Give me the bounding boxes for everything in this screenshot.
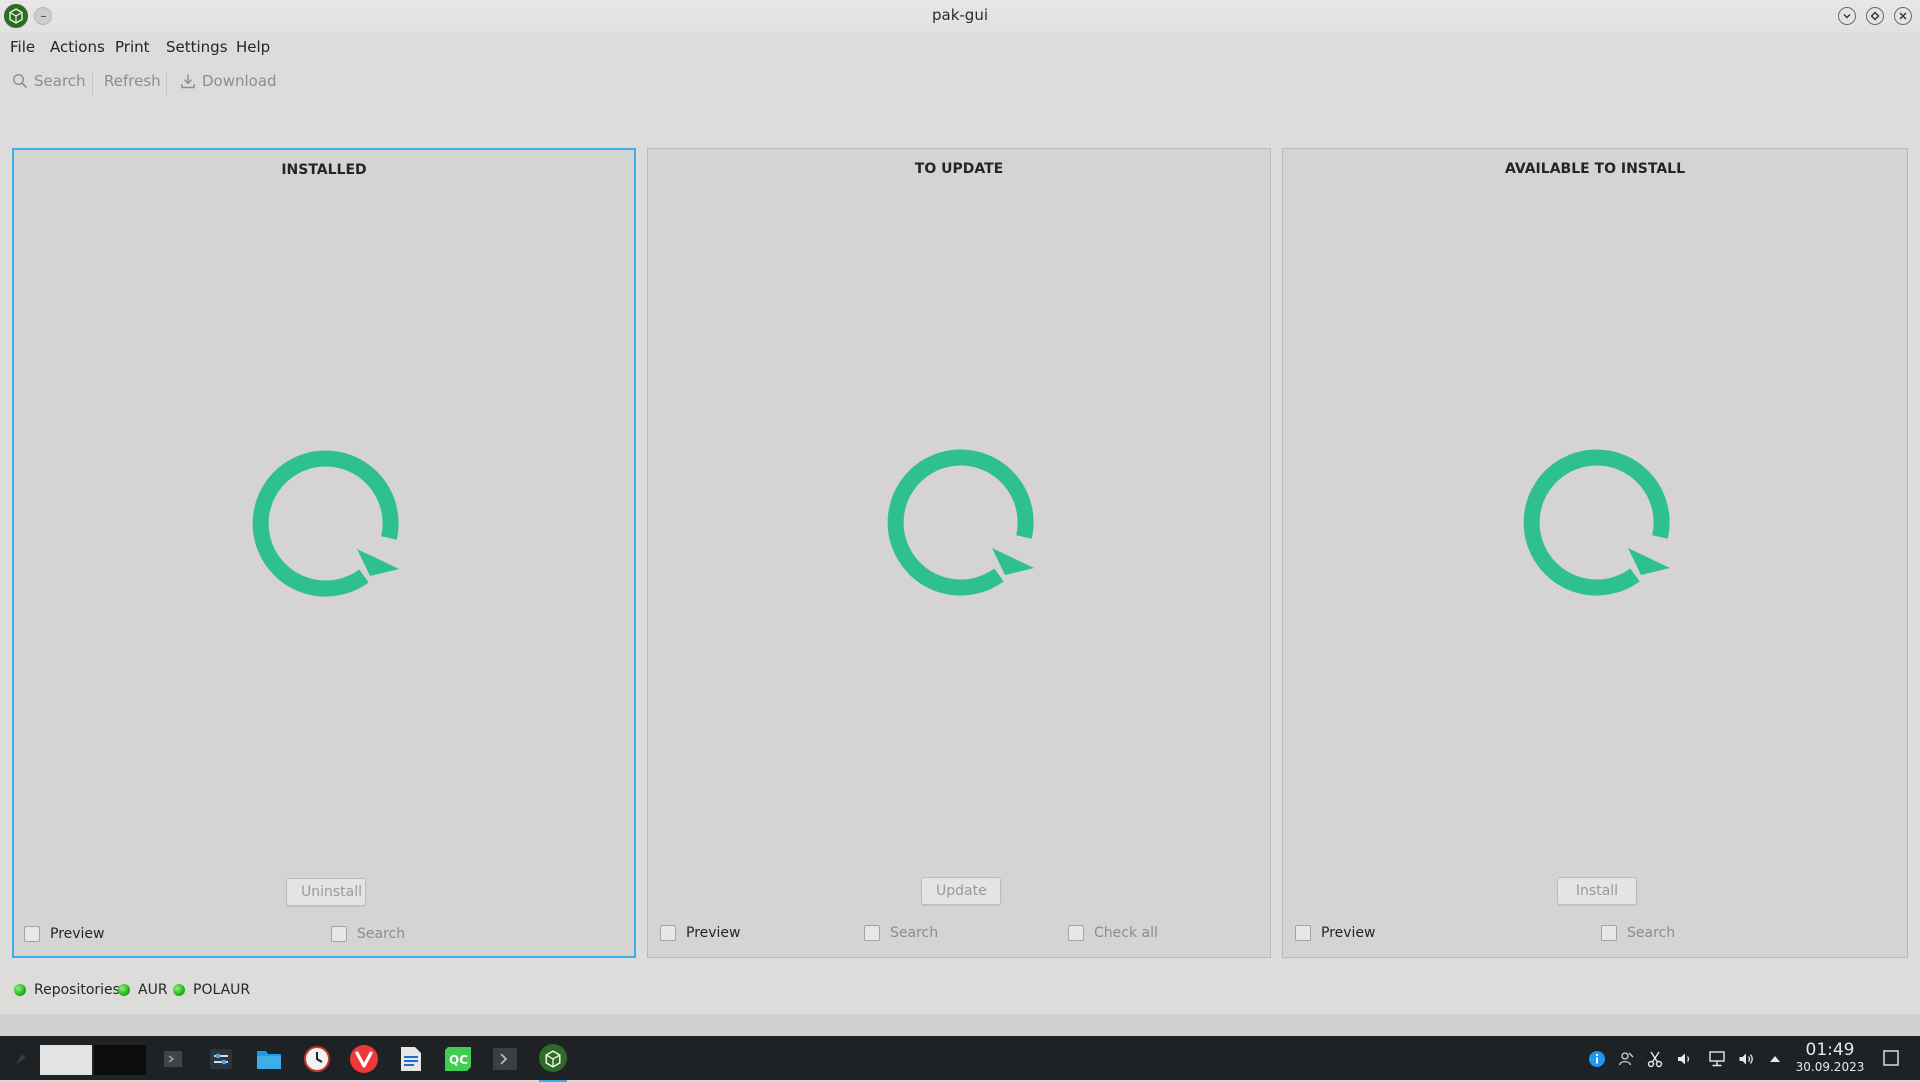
terminal-icon[interactable] xyxy=(158,1044,188,1074)
search-icon xyxy=(12,73,28,89)
available-panel-title: AVAILABLE TO INSTALL xyxy=(1504,161,1686,177)
vivaldi-icon[interactable] xyxy=(349,1044,379,1074)
available-search-checkbox[interactable]: Search xyxy=(1601,925,1675,941)
clipboard-icon[interactable] xyxy=(1644,1048,1666,1070)
system-settings-icon[interactable] xyxy=(206,1044,236,1074)
checkbox-box[interactable] xyxy=(1601,925,1617,941)
virtual-desktop-pager[interactable] xyxy=(40,1045,146,1075)
menu-actions[interactable]: Actions xyxy=(50,38,105,56)
polaur-label: POLAUR xyxy=(193,982,251,998)
search-tool-button[interactable]: Search xyxy=(12,72,86,90)
loading-spinner-icon xyxy=(887,449,1034,596)
minimize-icon xyxy=(1843,14,1851,19)
aur-status: AUR xyxy=(118,982,168,998)
minimize-button[interactable] xyxy=(1838,7,1856,25)
installed-search-checkbox[interactable]: Search xyxy=(331,926,405,942)
available-preview-checkbox[interactable]: Preview xyxy=(1295,925,1376,941)
clock-date: 30.09.2023 xyxy=(1795,1060,1865,1074)
menu-bar: File Actions Print Settings Help xyxy=(0,32,1920,62)
info-icon[interactable] xyxy=(1586,1048,1608,1070)
accounts-icon[interactable] xyxy=(1615,1048,1637,1070)
show-desktop-icon[interactable] xyxy=(1880,1047,1902,1069)
available-panel: AVAILABLE TO INSTALL Install Preview Sea… xyxy=(1282,148,1908,958)
toolbar-separator xyxy=(166,72,167,96)
checkbox-box[interactable] xyxy=(864,925,880,941)
checkbox-box[interactable] xyxy=(1068,925,1084,941)
libreoffice-writer-icon[interactable] xyxy=(396,1044,426,1074)
status-bar: Repositories AUR POLAUR xyxy=(0,976,1920,1004)
taskbar: QC 01:49 30.09.2023 xyxy=(0,1036,1920,1082)
repositories-label: Repositories xyxy=(34,982,120,998)
to-update-panel: TO UPDATE Update Preview Search Check al… xyxy=(647,148,1271,958)
installed-panel: INSTALLED Uninstall Preview Search xyxy=(12,148,636,958)
maximize-icon xyxy=(1870,11,1880,21)
tray-expand-icon[interactable] xyxy=(1764,1048,1786,1070)
loading-spinner-icon xyxy=(252,450,399,597)
search-label: Search xyxy=(357,926,406,942)
download-icon xyxy=(181,74,195,89)
menu-settings[interactable]: Settings xyxy=(166,38,228,56)
checkbox-box[interactable] xyxy=(24,926,40,942)
clock[interactable]: 01:49 30.09.2023 xyxy=(1792,1040,1868,1074)
installed-panel-title: INSTALLED xyxy=(281,162,367,178)
download-tool-button[interactable]: Download xyxy=(180,72,277,90)
checkbox-box[interactable] xyxy=(331,926,347,942)
update-button[interactable]: Update xyxy=(921,877,1001,905)
refresh-tool-button[interactable]: Refresh xyxy=(104,72,161,90)
status-dot-icon xyxy=(173,984,185,996)
close-button[interactable] xyxy=(1894,7,1912,25)
pak-gui-icon[interactable] xyxy=(537,1044,569,1082)
refresh-tool-label: Refresh xyxy=(104,72,161,90)
checkbox-box[interactable] xyxy=(1295,925,1311,941)
file-manager-icon[interactable] xyxy=(254,1044,284,1074)
maximize-button[interactable] xyxy=(1866,7,1884,25)
to-update-preview-checkbox[interactable]: Preview xyxy=(660,925,741,941)
uninstall-button[interactable]: Uninstall xyxy=(286,878,366,906)
loading-spinner-icon xyxy=(1523,449,1670,596)
clock-time: 01:49 xyxy=(1805,1040,1855,1060)
volume-icon[interactable] xyxy=(1736,1048,1758,1070)
console-icon[interactable] xyxy=(490,1044,520,1074)
desktop-1[interactable] xyxy=(40,1045,92,1075)
toolbar-separator xyxy=(92,72,93,96)
search-label: Search xyxy=(1627,925,1676,941)
status-dot-icon xyxy=(118,984,130,996)
network-icon[interactable] xyxy=(1706,1048,1728,1070)
menu-help[interactable]: Help xyxy=(236,38,270,56)
audio-icon[interactable] xyxy=(1674,1048,1696,1070)
checkbox-box[interactable] xyxy=(660,925,676,941)
app-launcher-icon[interactable] xyxy=(6,1044,36,1074)
close-icon xyxy=(1899,12,1907,20)
download-tool-label: Download xyxy=(202,72,277,90)
aur-label: AUR xyxy=(138,982,168,998)
to-update-search-checkbox[interactable]: Search xyxy=(864,925,938,941)
qt-creator-icon[interactable]: QC xyxy=(443,1044,473,1074)
menu-file[interactable]: File xyxy=(10,38,35,56)
desktop-2[interactable] xyxy=(94,1045,146,1075)
svg-text:QC: QC xyxy=(449,1053,468,1067)
title-bar: pak-gui xyxy=(0,0,1920,32)
window-bottom-strip xyxy=(0,1014,1920,1036)
preview-label: Preview xyxy=(50,926,105,942)
installed-preview-checkbox[interactable]: Preview xyxy=(24,926,105,942)
polaur-status: POLAUR xyxy=(173,982,250,998)
preview-label: Preview xyxy=(686,925,741,941)
menu-print[interactable]: Print xyxy=(115,38,150,56)
install-button[interactable]: Install xyxy=(1557,877,1637,905)
window-title: pak-gui xyxy=(931,6,988,24)
toolbar: Search Refresh Download xyxy=(0,64,1920,100)
to-update-panel-title: TO UPDATE xyxy=(914,161,1004,177)
check-all-checkbox[interactable]: Check all xyxy=(1068,925,1158,941)
status-dot-icon xyxy=(14,984,26,996)
check-all-label: Check all xyxy=(1094,925,1158,941)
repositories-status: Repositories xyxy=(14,982,120,998)
clock-app-icon[interactable] xyxy=(302,1044,332,1074)
search-tool-label: Search xyxy=(34,72,86,90)
search-label: Search xyxy=(890,925,939,941)
preview-label: Preview xyxy=(1321,925,1376,941)
